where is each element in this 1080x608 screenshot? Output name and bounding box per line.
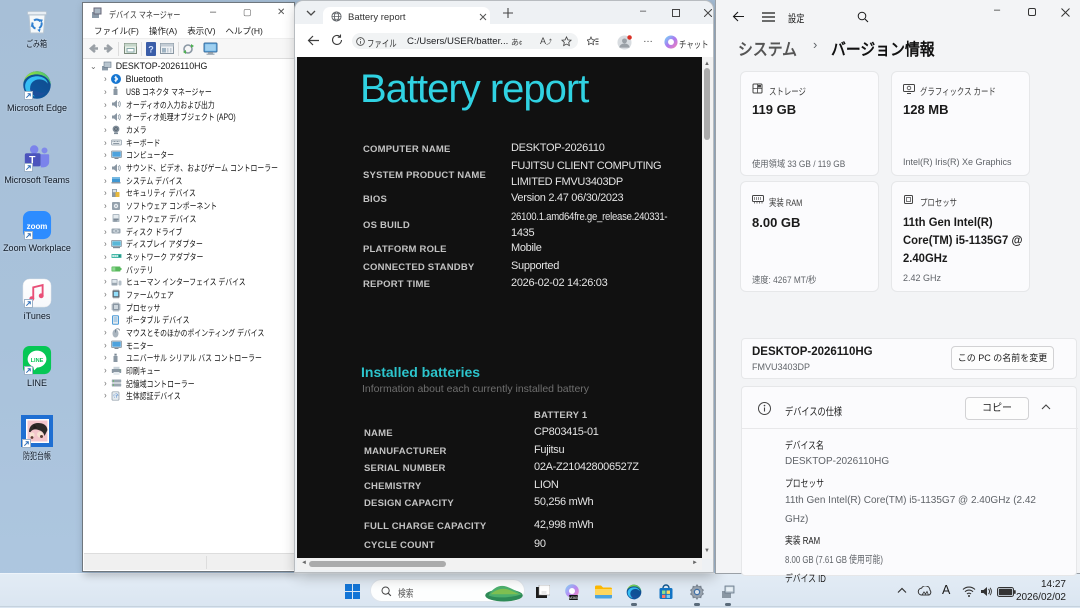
svg-text:zoom: zoom xyxy=(27,222,48,231)
svg-text:M365: M365 xyxy=(569,596,578,600)
svg-text:?: ? xyxy=(148,45,154,55)
svg-text:LINE: LINE xyxy=(31,358,44,364)
